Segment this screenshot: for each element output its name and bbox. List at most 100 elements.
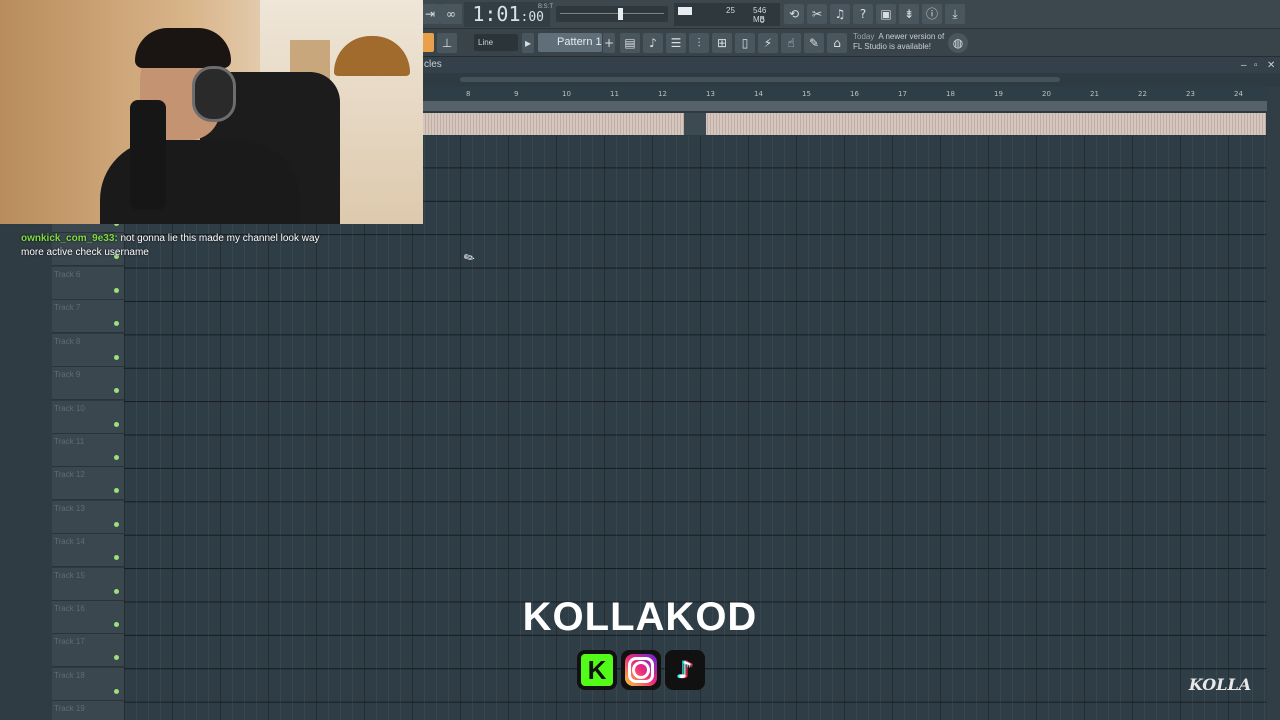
ruler-mark: 14 <box>754 90 763 98</box>
news-today: Today <box>853 32 875 41</box>
track-led-icon[interactable] <box>114 455 119 460</box>
track-led-icon[interactable] <box>114 288 119 293</box>
track-header[interactable]: Track 11 <box>52 434 124 467</box>
ruler-mark: 20 <box>1042 90 1051 98</box>
project-icon[interactable]: ▯ <box>735 33 755 53</box>
globe-icon[interactable]: ◍ <box>948 33 968 53</box>
track-label: Track 7 <box>54 303 81 313</box>
stream-frame: ⇥ ∞ 1:01:00 B:S:T 25 546 MB 0 ⟲ ✂ ♫ ? ▣ … <box>0 0 1280 720</box>
close-icon[interactable]: ✕ <box>1267 60 1275 71</box>
cut-icon[interactable]: ✂ <box>807 4 827 24</box>
track-label: Track 10 <box>54 403 85 413</box>
restore-icon[interactable]: ▫ <box>1254 60 1258 71</box>
stamp-icon[interactable]: ⊥ <box>437 33 457 53</box>
track-header[interactable]: Track 7 <box>52 300 124 334</box>
ruler-mark: 8 <box>466 90 471 98</box>
track-led-icon[interactable] <box>114 688 119 694</box>
record-mode-icon[interactable]: ⇥ <box>420 4 440 24</box>
playlist-icon[interactable]: ▤ <box>620 33 640 53</box>
kick-letter: K <box>581 654 613 686</box>
chat-username: ownkick_com_9e33: <box>21 233 118 244</box>
playlist-titlebar: cles <box>420 57 1280 73</box>
instagram-ring <box>632 661 650 679</box>
track-led-icon[interactable] <box>114 521 119 527</box>
info-icon[interactable]: ⓘ <box>922 4 942 24</box>
track-led-icon[interactable] <box>114 321 119 327</box>
horizontal-scrollbar[interactable] <box>420 73 1280 87</box>
track-header[interactable]: Track 13 <box>52 500 124 534</box>
poly-value: 0 <box>760 16 765 25</box>
tools-icon[interactable]: ✎ <box>804 33 824 53</box>
plugin-icon[interactable]: ⚡ <box>758 33 778 53</box>
track-led-icon[interactable] <box>114 354 119 360</box>
track-led-icon[interactable] <box>114 555 119 561</box>
memory-value: 546 MB <box>753 6 767 24</box>
browser-icon[interactable]: ⊞ <box>712 33 732 53</box>
track-led-icon[interactable] <box>114 622 119 627</box>
track-label: Track 19 <box>54 704 85 714</box>
microphone-stand <box>130 100 166 210</box>
ruler-mark: 21 <box>1090 90 1099 98</box>
play-arrow-icon[interactable]: ▸ <box>522 33 534 53</box>
waveform <box>422 113 1266 135</box>
track-header[interactable]: Track 19 <box>52 701 124 720</box>
pattern-select[interactable]: Pattern 1 <box>538 33 602 52</box>
ruler-mark: 10 <box>562 90 571 98</box>
shop-icon[interactable]: ⌂ <box>827 33 847 53</box>
channel-rack-icon[interactable]: ☰ <box>666 33 686 53</box>
undo-history-icon[interactable]: ⟲ <box>784 4 804 24</box>
ruler-band <box>420 101 1268 111</box>
track-led-icon[interactable] <box>114 588 119 594</box>
download-icon[interactable]: ⤓ <box>945 4 965 24</box>
microphone-icon[interactable]: ♫ <box>830 4 850 24</box>
track-led-icon[interactable] <box>114 655 119 661</box>
track-led-icon[interactable] <box>114 488 119 494</box>
track-label: Track 14 <box>54 537 85 547</box>
track-label: Track 6 <box>54 270 81 279</box>
timeline-ruler[interactable]: 8 9 10 11 12 13 14 15 16 17 18 19 20 21 22 23 24 <box>420 87 1268 101</box>
corner-logo: KOLLA <box>1188 675 1252 694</box>
left-strip <box>0 225 52 720</box>
ruler-mark: 9 <box>514 90 519 98</box>
track-header[interactable]: Track 16 <box>52 601 124 634</box>
wait-icon[interactable]: ∞ <box>440 4 462 24</box>
track-label: Track 18 <box>54 670 85 680</box>
track-led-icon[interactable] <box>114 388 119 394</box>
tiktok-icon: ♪ <box>665 650 705 690</box>
track-label: Track 11 <box>54 437 85 446</box>
piano-roll-icon[interactable]: ♪ <box>643 33 663 53</box>
scroll-thumb[interactable] <box>460 77 1060 82</box>
master-pitch-slider[interactable] <box>556 6 668 22</box>
track-header[interactable]: Track 12 <box>52 467 124 501</box>
track-header[interactable]: Track 10 <box>52 400 124 434</box>
track-label: Track 16 <box>54 604 85 613</box>
help-icon[interactable]: ? <box>853 4 873 24</box>
save-icon[interactable]: ▣ <box>876 4 896 24</box>
track-header[interactable]: Track 9 <box>52 367 124 401</box>
pencil-tool-icon[interactable] <box>422 33 434 52</box>
track-led-icon[interactable] <box>114 421 119 427</box>
track-header[interactable]: Track 8 <box>52 333 124 367</box>
ruler-mark: 16 <box>850 90 859 98</box>
kick-icon: K <box>577 650 617 690</box>
snap-select[interactable]: Line <box>474 34 518 51</box>
ruler-mark: 24 <box>1234 90 1243 98</box>
slider-track <box>560 13 664 15</box>
ruler-mark: 13 <box>706 90 715 98</box>
slider-knob[interactable] <box>618 8 623 20</box>
track-header[interactable]: Track 17 <box>52 634 124 668</box>
mixer-icon[interactable]: ⫶ <box>689 33 709 53</box>
track-label: Track 8 <box>54 336 81 346</box>
track-header[interactable]: Track 6 <box>52 267 124 300</box>
vertical-scrollbar[interactable] <box>1267 87 1280 720</box>
track-header[interactable]: Track 14 <box>52 534 124 568</box>
minimize-icon[interactable]: – <box>1241 60 1247 71</box>
headphone-icon <box>192 66 236 122</box>
audio-clip[interactable] <box>422 113 1266 135</box>
track-header[interactable]: Track 15 <box>52 567 124 601</box>
add-pattern-icon[interactable]: + <box>603 33 615 53</box>
render-icon[interactable]: ⇟ <box>899 4 919 24</box>
news-panel[interactable]: Today A newer version of FL Studio is ava… <box>853 32 948 52</box>
touch-icon[interactable]: ☝ <box>781 33 801 53</box>
track-header[interactable]: Track 18 <box>52 667 124 701</box>
